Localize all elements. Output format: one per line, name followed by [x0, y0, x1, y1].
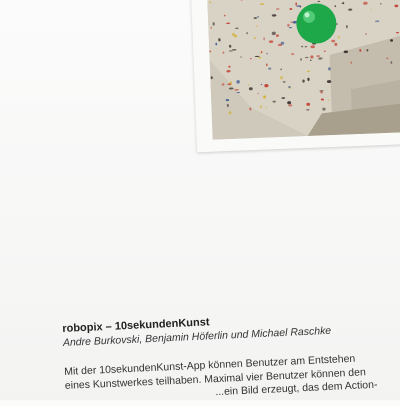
project-entry: robopix – 10sekundenKunst Andre Burkovsk…: [62, 307, 400, 406]
photo-print: [191, 0, 400, 152]
project-description: Mit der 10sekundenKunst-App können Benut…: [64, 351, 400, 406]
paint-splatter-image: [207, 0, 400, 140]
document-page: robopix – 10sekundenKunst Andre Burkovsk…: [0, 0, 400, 400]
artwork-photo: [207, 0, 400, 140]
